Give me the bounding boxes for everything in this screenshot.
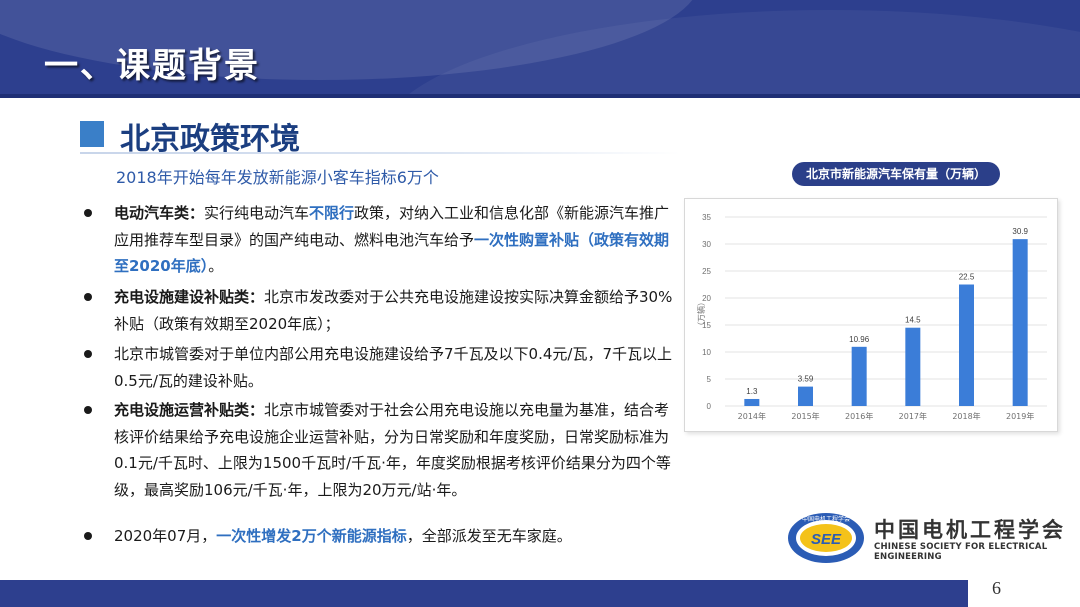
x-tick-label: 2018年: [952, 411, 980, 421]
bar: [959, 284, 974, 406]
y-tick-label: 0: [707, 402, 712, 411]
data-label: 1.3: [746, 387, 758, 396]
bar-chart: 05101520253035（万辆）1.32014年3.592015年10.96…: [696, 213, 1047, 421]
bullet-text-run: 。: [208, 257, 224, 275]
bar: [744, 398, 760, 406]
logo-name-en: CHINESE SOCIETY FOR ELECTRICAL ENGINEERI…: [874, 542, 1048, 562]
x-tick-label: 2017年: [899, 411, 927, 421]
bullet-dot-icon: [84, 209, 92, 217]
bullet-item: 电动汽车类：实行纯电动汽车不限行政策，对纳入工业和信息化部《新能源汽车推广应用推…: [82, 200, 682, 280]
see-emblem-icon: SEE 中国电机工程学会: [788, 513, 864, 563]
bullet-item: 充电设施建设补贴类：北京市发改委对于公共充电设施建设按实际决算金额给予30%补贴…: [82, 284, 682, 337]
data-label: 3.59: [798, 375, 814, 384]
bullet-item: 充电设施运营补贴类：北京市城管委对于社会公用充电设施以充电量为基准，结合考核评价…: [82, 397, 682, 503]
bullet-text-run: ，全部派发至无车家庭。: [406, 527, 572, 545]
slide-title: 一、课题背景: [44, 46, 260, 86]
y-axis-label: （万辆）: [696, 298, 706, 330]
bar: [1012, 239, 1028, 406]
bullet-category-label: 充电设施运营补贴类：: [114, 401, 265, 419]
banner-accent-line: [0, 94, 1080, 98]
bullet-dot-icon: [84, 293, 92, 301]
chart-container: 0 5 10 15 20 25 30 35 （万辆） 1.3 2014年 3.59 2015年 10.96…: [684, 198, 1058, 432]
x-tick-label: 2019年: [1006, 411, 1034, 421]
data-label: 30.9: [1012, 227, 1028, 236]
data-label: 10.96: [849, 335, 870, 344]
highlight-text: 一次性增发2万个新能源指标: [216, 527, 407, 545]
x-tick-label: 2016年: [845, 411, 873, 421]
bullet-text: 2020年07月，一次性增发2万个新能源指标，全部派发至无车家庭。: [114, 523, 682, 550]
footer-bar: [0, 580, 1080, 607]
bullet-item: 2020年07月，一次性增发2万个新能源指标，全部派发至无车家庭。: [82, 523, 682, 550]
data-label: 14.5: [905, 316, 921, 325]
section-subtitle: 2018年开始每年发放新能源小客车指标6万个: [116, 168, 439, 187]
bullet-text: 电动汽车类：实行纯电动汽车不限行政策，对纳入工业和信息化部《新能源汽车推广应用推…: [114, 200, 682, 280]
y-tick-label: 10: [702, 348, 711, 357]
bullet-item: 北京市城管委对于单位内部公用充电设施建设给予7千瓦及以下0.4元/瓦，7千瓦以上…: [82, 341, 682, 394]
page-number-background: [968, 580, 1080, 607]
bullet-text-run: 北京市城管委对于单位内部公用充电设施建设给予7千瓦及以下0.4元/瓦，7千瓦以上…: [114, 345, 672, 390]
bullet-text: 北京市城管委对于单位内部公用充电设施建设给予7千瓦及以下0.4元/瓦，7千瓦以上…: [114, 341, 682, 394]
bullet-text-run: 2020年07月，: [114, 527, 217, 545]
x-tick-label: 2015年: [791, 411, 819, 421]
x-tick-label: 2014年: [738, 411, 766, 421]
logo-name-cn: 中国电机工程学会: [874, 518, 1066, 542]
bullet-text: 充电设施建设补贴类：北京市发改委对于公共充电设施建设按实际决算金额给予30%补贴…: [114, 284, 682, 337]
bullet-text: 充电设施运营补贴类：北京市城管委对于社会公用充电设施以充电量为基准，结合考核评价…: [114, 397, 682, 503]
y-tick-label: 25: [702, 267, 711, 276]
page-number: 6: [992, 578, 1001, 598]
bar: [798, 386, 813, 406]
highlight-text: 不限行: [309, 204, 355, 222]
header-banner: 一、课题背景: [0, 0, 1080, 98]
data-label: 22.5: [959, 273, 975, 282]
bar: [905, 327, 921, 406]
section-square-icon: [80, 121, 104, 147]
y-tick-label: 30: [702, 240, 711, 249]
emblem-ring-text: 中国电机工程学会: [802, 515, 850, 523]
bullet-dot-icon: [84, 532, 92, 540]
chart-title: 北京市新能源汽车保有量（万辆）: [792, 162, 1001, 186]
emblem-letters: SEE: [811, 531, 842, 548]
section-underline: [80, 152, 680, 154]
bullet-dot-icon: [84, 406, 92, 414]
bar: [851, 346, 867, 406]
bullet-dot-icon: [84, 350, 92, 358]
society-logo: SEE 中国电机工程学会 中国电机工程学会 CHINESE SOCIETY FO…: [786, 510, 1080, 566]
bullet-category-label: 电动汽车类：: [114, 204, 205, 222]
y-tick-label: 5: [707, 375, 712, 384]
bullet-text-run: 实行纯电动汽车: [204, 204, 310, 222]
bullet-category-label: 充电设施建设补贴类：: [114, 288, 265, 306]
y-tick-label: 35: [702, 213, 711, 222]
